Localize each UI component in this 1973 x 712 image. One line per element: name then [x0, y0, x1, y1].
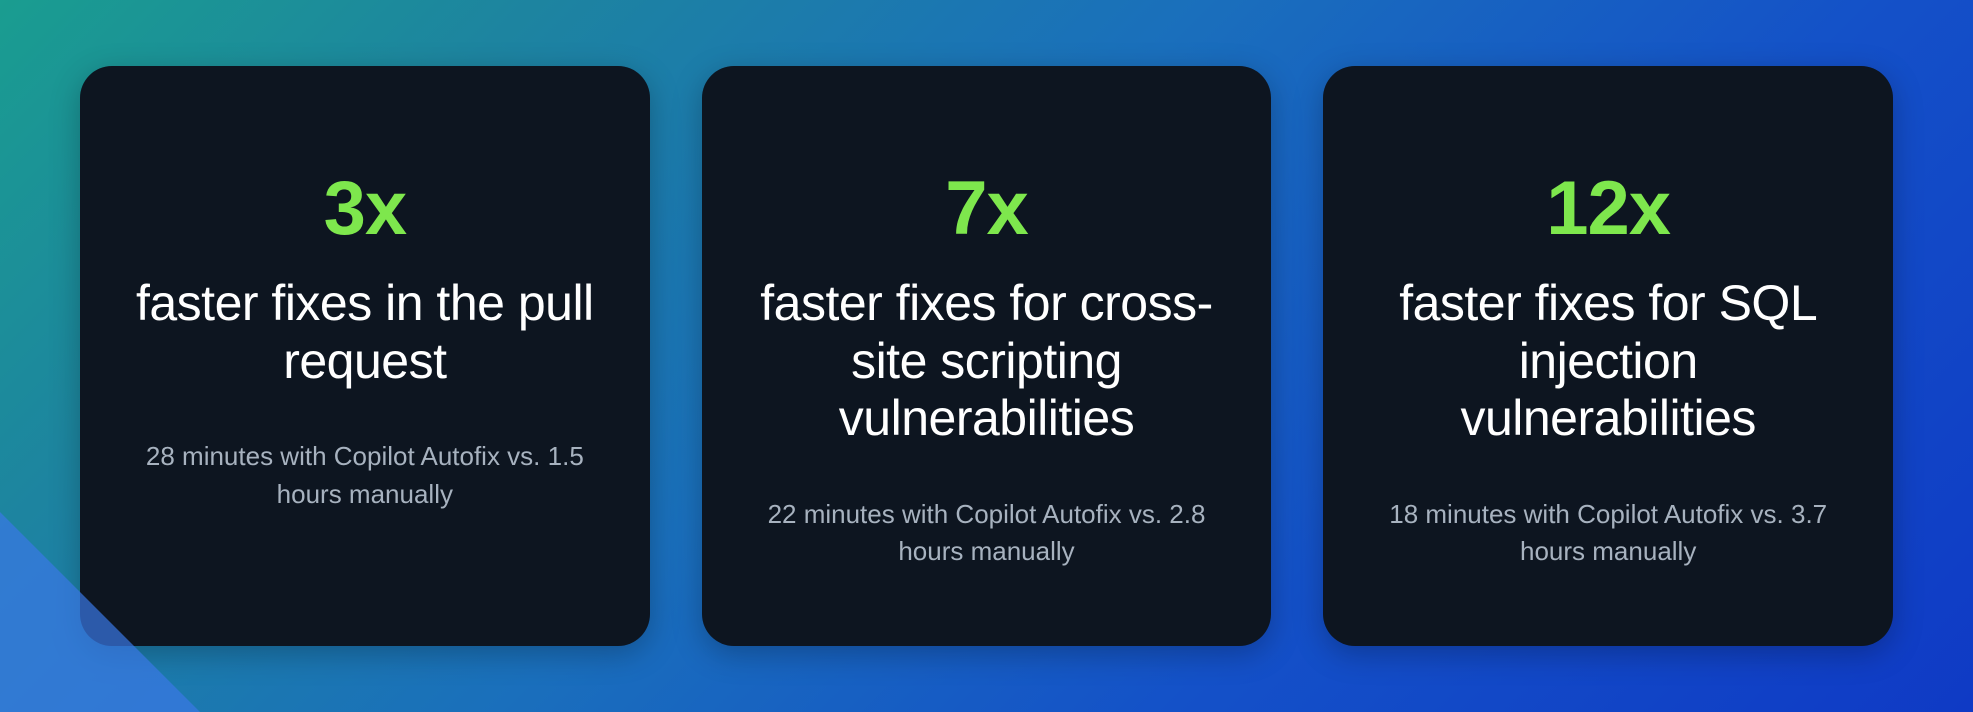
- stat-headline: faster fixes for cross-site scripting vu…: [752, 275, 1222, 448]
- stat-headline: faster fixes in the pull request: [130, 275, 600, 390]
- stat-cards-row: 3x faster fixes in the pull request 28 m…: [0, 66, 1973, 646]
- stat-headline: faster fixes for SQL injection vulnerabi…: [1373, 275, 1843, 448]
- stat-detail: 18 minutes with Copilot Autofix vs. 3.7 …: [1373, 496, 1843, 571]
- stat-card-xss: 7x faster fixes for cross-site scripting…: [702, 66, 1272, 646]
- stat-card-sql-injection: 12x faster fixes for SQL injection vulne…: [1323, 66, 1893, 646]
- stat-multiplier: 7x: [945, 171, 1028, 247]
- stat-multiplier: 12x: [1546, 171, 1670, 247]
- stat-card-pull-request: 3x faster fixes in the pull request 28 m…: [80, 66, 650, 646]
- stat-detail: 28 minutes with Copilot Autofix vs. 1.5 …: [130, 438, 600, 513]
- stat-detail: 22 minutes with Copilot Autofix vs. 2.8 …: [752, 496, 1222, 571]
- stat-multiplier: 3x: [324, 171, 407, 247]
- stats-hero-section: 3x faster fixes in the pull request 28 m…: [0, 0, 1973, 712]
